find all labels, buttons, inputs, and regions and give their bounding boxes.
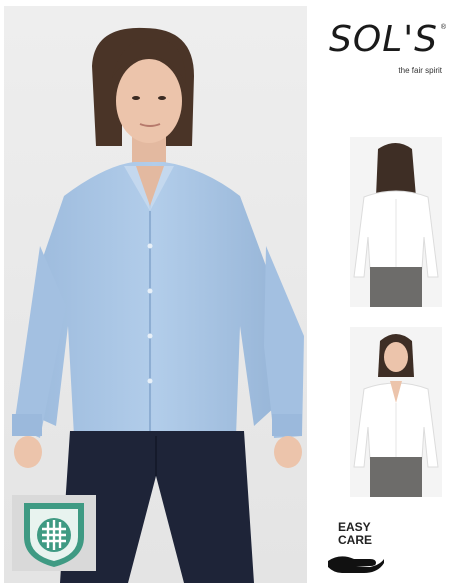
front-view-thumbnail[interactable] [350, 327, 442, 497]
white-shirt-front-view-illustration [350, 327, 442, 497]
logo-wordmark: SOL'S [329, 19, 438, 60]
registered-mark: ® [440, 24, 446, 31]
back-view-thumbnail[interactable] [350, 137, 442, 307]
white-shirt-back-view-illustration [350, 137, 442, 307]
care-line-care: CARE [338, 533, 373, 547]
hand-care-icon [328, 556, 384, 573]
easy-care-badge: EASY CARE [326, 521, 390, 577]
brand-tagline: the fair spirit [398, 66, 442, 75]
brand-logo: SOL'S ® the fair spirit [329, 18, 448, 80]
woven-fabric-shield-icon [24, 503, 84, 567]
fabric-badge [12, 495, 96, 571]
